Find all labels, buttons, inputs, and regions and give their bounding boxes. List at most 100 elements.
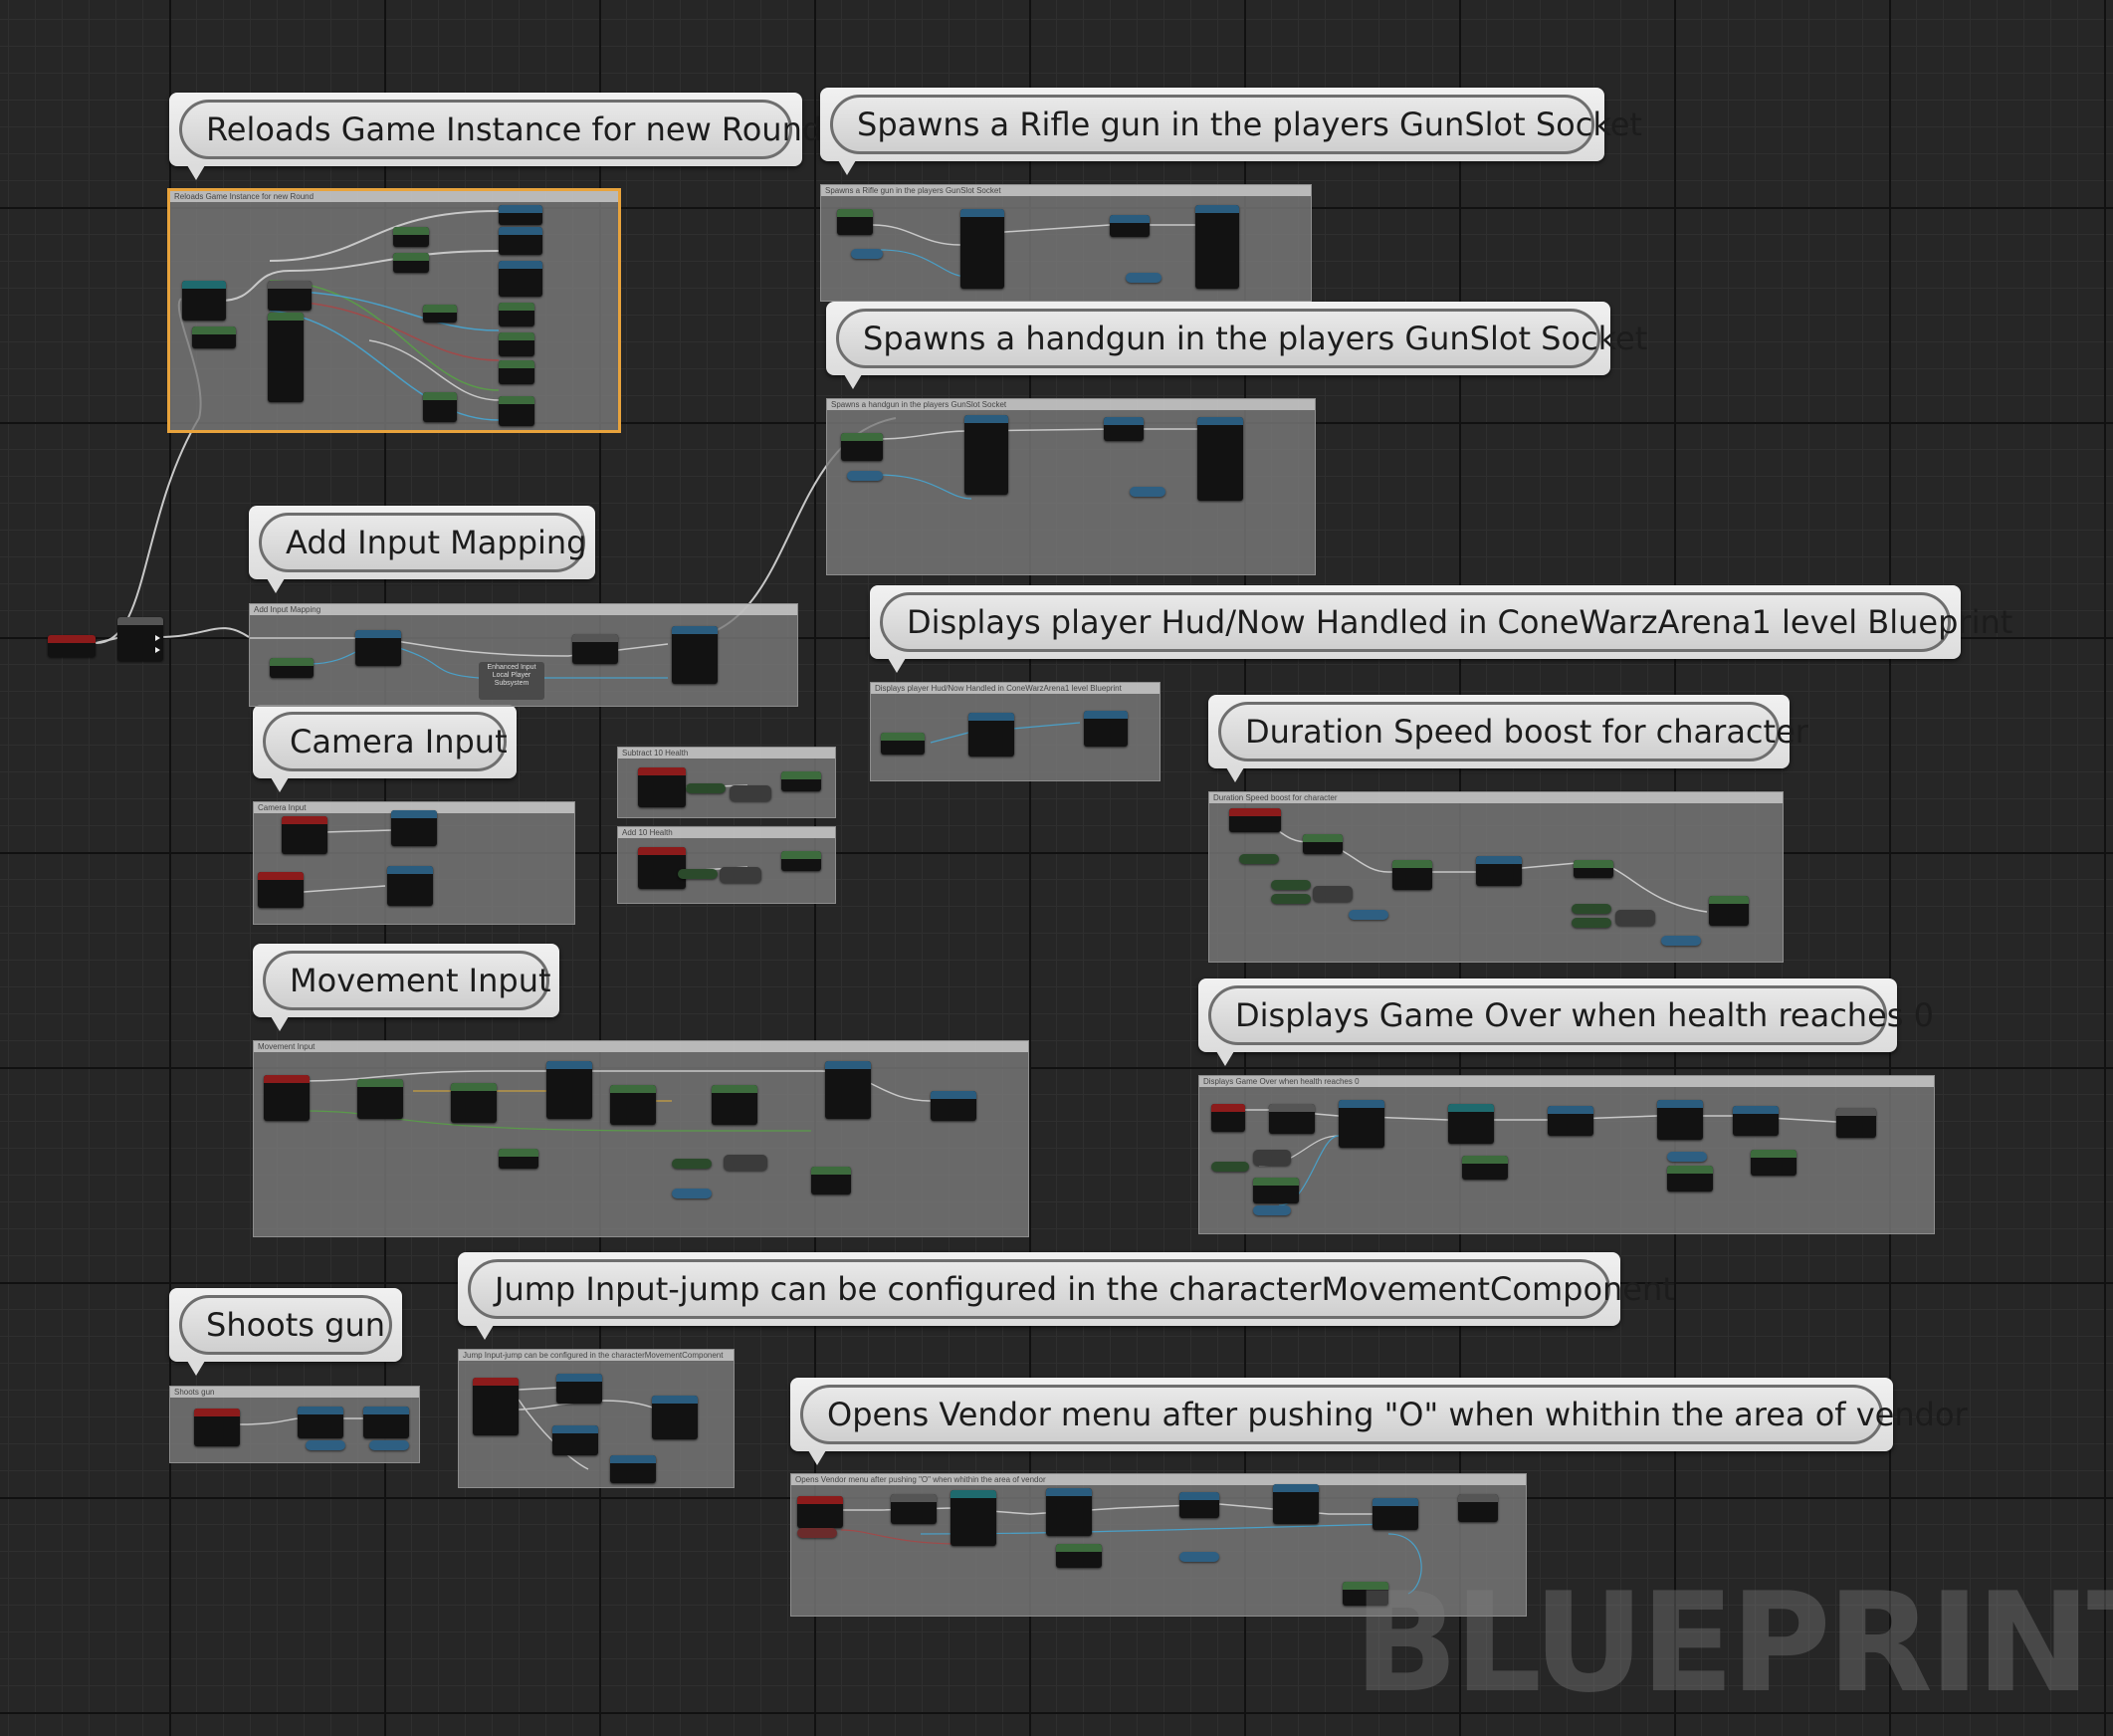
spawn-actor-node[interactable] xyxy=(960,209,1004,289)
variable-node[interactable] xyxy=(847,471,883,481)
function-node[interactable] xyxy=(712,1085,757,1125)
function-node[interactable] xyxy=(499,1149,538,1169)
getter-node[interactable] xyxy=(1271,894,1311,904)
comment-box-movement[interactable]: Movement Input xyxy=(253,1040,1029,1237)
function-node[interactable] xyxy=(1458,1494,1498,1522)
getter-node[interactable] xyxy=(270,658,314,678)
comment-bubble-shoot[interactable]: Shoots gun xyxy=(169,1288,402,1376)
branch-node[interactable] xyxy=(1269,1104,1315,1134)
function-node[interactable] xyxy=(1110,215,1150,237)
input-action-node[interactable] xyxy=(258,872,304,908)
getter-node[interactable] xyxy=(1211,1162,1249,1172)
create-widget-node[interactable] xyxy=(968,713,1014,757)
getter-node[interactable] xyxy=(837,209,873,235)
comment-bubble-speed[interactable]: Duration Speed boost for character xyxy=(1208,695,1808,782)
function-node[interactable] xyxy=(298,1407,343,1438)
set-node[interactable] xyxy=(1574,860,1613,878)
function-node[interactable] xyxy=(423,392,457,422)
comment-box-camera[interactable]: Camera Input xyxy=(253,801,575,925)
attach-node[interactable] xyxy=(1197,417,1243,501)
function-node[interactable] xyxy=(423,305,457,323)
input-action-node[interactable] xyxy=(473,1378,519,1435)
set-node[interactable] xyxy=(499,332,534,356)
comment-bubble-handgun[interactable]: Spawns a handgun in the players GunSlot … xyxy=(826,302,1647,389)
event-node[interactable] xyxy=(1211,1104,1245,1132)
comment-box-shoot[interactable]: Shoots gun xyxy=(169,1386,420,1463)
add-movement-node[interactable] xyxy=(546,1061,592,1119)
function-node[interactable] xyxy=(610,1455,656,1483)
comment-box-rifle[interactable]: Spawns a Rifle gun in the players GunSlo… xyxy=(820,184,1312,302)
delay-node[interactable] xyxy=(1476,856,1522,886)
getter-node[interactable] xyxy=(192,326,236,348)
function-node[interactable] xyxy=(1733,1106,1779,1136)
input-action-node[interactable] xyxy=(282,816,327,854)
function-node[interactable] xyxy=(610,1085,656,1125)
function-node[interactable] xyxy=(1836,1108,1876,1138)
enhanced-input-subsystem-node[interactable]: Enhanced Input Local Player Subsystem xyxy=(479,662,544,700)
comment-bubble-movement[interactable]: Movement Input xyxy=(253,944,559,1031)
input-action-node[interactable] xyxy=(797,1496,843,1528)
add-node[interactable] xyxy=(720,867,761,883)
getter-node[interactable] xyxy=(672,1159,712,1169)
comment-box-subtract-health[interactable]: Subtract 10 Health xyxy=(617,747,836,818)
function-node[interactable] xyxy=(1179,1492,1219,1518)
compare-node[interactable] xyxy=(1253,1150,1291,1166)
subtract-node[interactable] xyxy=(730,785,771,801)
function-node[interactable] xyxy=(1548,1106,1593,1136)
function-node[interactable] xyxy=(1373,1498,1418,1530)
set-node[interactable] xyxy=(1392,860,1432,890)
comment-box-add-health[interactable]: Add 10 Health xyxy=(617,826,836,904)
variable-node[interactable] xyxy=(1253,1205,1291,1215)
create-widget-node[interactable] xyxy=(1046,1488,1092,1536)
function-node[interactable] xyxy=(572,634,618,664)
variable-node[interactable] xyxy=(1126,273,1162,283)
comment-box-handgun[interactable]: Spawns a handgun in the players GunSlot … xyxy=(826,398,1316,575)
set-node[interactable] xyxy=(781,771,821,791)
multiply-node[interactable] xyxy=(1313,886,1353,902)
getter-node[interactable] xyxy=(1253,1178,1299,1203)
variable-node[interactable] xyxy=(369,1440,409,1450)
function-node[interactable] xyxy=(451,1083,497,1123)
comment-box-speed[interactable]: Duration Speed boost for character xyxy=(1208,791,1784,963)
set-node[interactable] xyxy=(499,227,542,255)
event-node[interactable] xyxy=(48,635,96,657)
attach-node[interactable] xyxy=(1195,205,1239,289)
set-node[interactable] xyxy=(499,360,534,384)
input-action-node[interactable] xyxy=(264,1075,310,1121)
set-node[interactable] xyxy=(499,303,534,326)
variable-node[interactable] xyxy=(1667,1152,1707,1162)
set-node[interactable] xyxy=(499,261,542,297)
comment-bubble-game-over[interactable]: Displays Game Over when health reaches 0 xyxy=(1198,978,1934,1066)
cast-node[interactable] xyxy=(182,281,226,321)
function-node[interactable] xyxy=(931,1091,976,1121)
struct-node[interactable] xyxy=(268,313,304,402)
getter-node[interactable] xyxy=(1462,1156,1508,1180)
create-widget-node[interactable] xyxy=(1339,1100,1384,1148)
comment-box-hud[interactable]: Displays player Hud/Now Handled in ConeW… xyxy=(870,682,1161,781)
function-node[interactable] xyxy=(1657,1100,1703,1140)
add-to-viewport-node[interactable] xyxy=(1448,1104,1494,1144)
variable-node[interactable] xyxy=(1349,910,1388,920)
comment-bubble-input-mapping[interactable]: Add Input Mapping xyxy=(249,506,595,593)
getter-node[interactable] xyxy=(841,433,883,461)
cast-node[interactable] xyxy=(951,1490,996,1546)
function-node[interactable] xyxy=(1104,417,1144,441)
sequence-node[interactable] xyxy=(117,617,163,661)
set-node[interactable] xyxy=(781,851,821,871)
set-node[interactable] xyxy=(499,396,534,426)
getter-node[interactable] xyxy=(1667,1166,1713,1192)
multiply-node[interactable] xyxy=(724,1155,767,1171)
comment-bubble-reload[interactable]: Reloads Game Instance for new Round xyxy=(169,93,822,180)
variable-node[interactable] xyxy=(672,1189,712,1198)
input-action-node[interactable] xyxy=(194,1409,240,1446)
getter-node[interactable] xyxy=(1751,1150,1796,1176)
comment-box-reload[interactable]: Reloads Game Instance for new Round xyxy=(167,188,621,433)
variable-node[interactable] xyxy=(306,1440,345,1450)
function-node[interactable] xyxy=(811,1167,851,1194)
getter-node[interactable] xyxy=(881,733,925,755)
function-node[interactable] xyxy=(393,227,429,247)
set-node[interactable] xyxy=(1303,834,1343,854)
add-to-viewport-node[interactable] xyxy=(1273,1484,1319,1524)
set-node[interactable] xyxy=(499,205,542,225)
variable-node[interactable] xyxy=(1179,1552,1219,1562)
